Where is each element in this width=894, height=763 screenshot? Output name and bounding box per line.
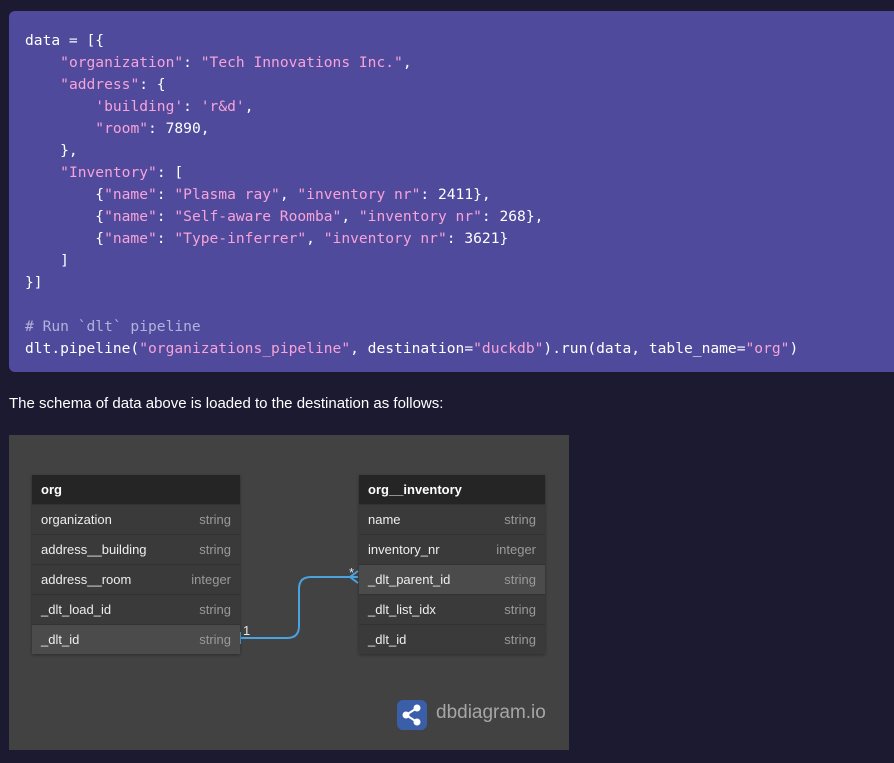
table-row[interactable]: inventory_nr integer	[359, 534, 545, 564]
code-comment: # Run `dlt` pipeline	[25, 318, 201, 335]
table-row[interactable]: organization string	[32, 504, 240, 534]
column-type: string	[504, 512, 536, 527]
column-name: _dlt_load_id	[41, 602, 112, 617]
column-type: string	[199, 512, 231, 527]
table-org-inventory[interactable]: org__inventory name string inventory_nr …	[359, 475, 545, 654]
table-row[interactable]: _dlt_list_idx string	[359, 594, 545, 624]
column-name: address__building	[41, 542, 147, 557]
relationship-line	[240, 576, 358, 639]
column-type: string	[504, 572, 536, 587]
dbdiagram-brand[interactable]: dbdiagram.io	[397, 699, 547, 731]
code-content: data = [{ "organization": "Tech Innovati…	[25, 32, 799, 357]
table-row[interactable]: address__room integer	[32, 564, 240, 594]
share-nodes-icon	[397, 700, 427, 730]
brand-name: dbdiagram.io	[436, 702, 546, 723]
to-cardinality-label: *	[349, 565, 355, 580]
column-name: _dlt_list_idx	[368, 602, 436, 617]
column-name: name	[368, 512, 401, 527]
column-type: string	[199, 602, 231, 617]
table-row[interactable]: _dlt_id string	[359, 624, 545, 654]
column-name: address__room	[41, 572, 132, 587]
column-type: integer	[496, 542, 536, 557]
table-row-highlighted[interactable]: _dlt_parent_id string	[359, 564, 545, 594]
table-row[interactable]: name string	[359, 504, 545, 534]
table-row-highlighted[interactable]: _dlt_id string	[32, 624, 240, 654]
column-type: string	[504, 602, 536, 617]
column-type: integer	[191, 572, 231, 587]
column-name: inventory_nr	[368, 542, 440, 557]
schema-diagram: 1 * org organization string address__bui…	[9, 435, 569, 750]
table-header[interactable]: org__inventory	[359, 475, 545, 504]
column-name: organization	[41, 512, 112, 527]
column-type: string	[199, 542, 231, 557]
table-row[interactable]: _dlt_load_id string	[32, 594, 240, 624]
column-name: _dlt_id	[41, 632, 80, 647]
column-type: string	[199, 632, 231, 647]
schema-caption: The schema of data above is loaded to th…	[9, 395, 444, 412]
column-name: _dlt_id	[368, 632, 407, 647]
table-org[interactable]: org organization string address__buildin…	[32, 475, 240, 654]
code-block: data = [{ "organization": "Tech Innovati…	[9, 11, 894, 372]
column-type: string	[504, 632, 536, 647]
table-header[interactable]: org	[32, 475, 240, 504]
from-cardinality-label: 1	[243, 623, 251, 638]
column-name: _dlt_parent_id	[368, 572, 451, 587]
table-row[interactable]: address__building string	[32, 534, 240, 564]
